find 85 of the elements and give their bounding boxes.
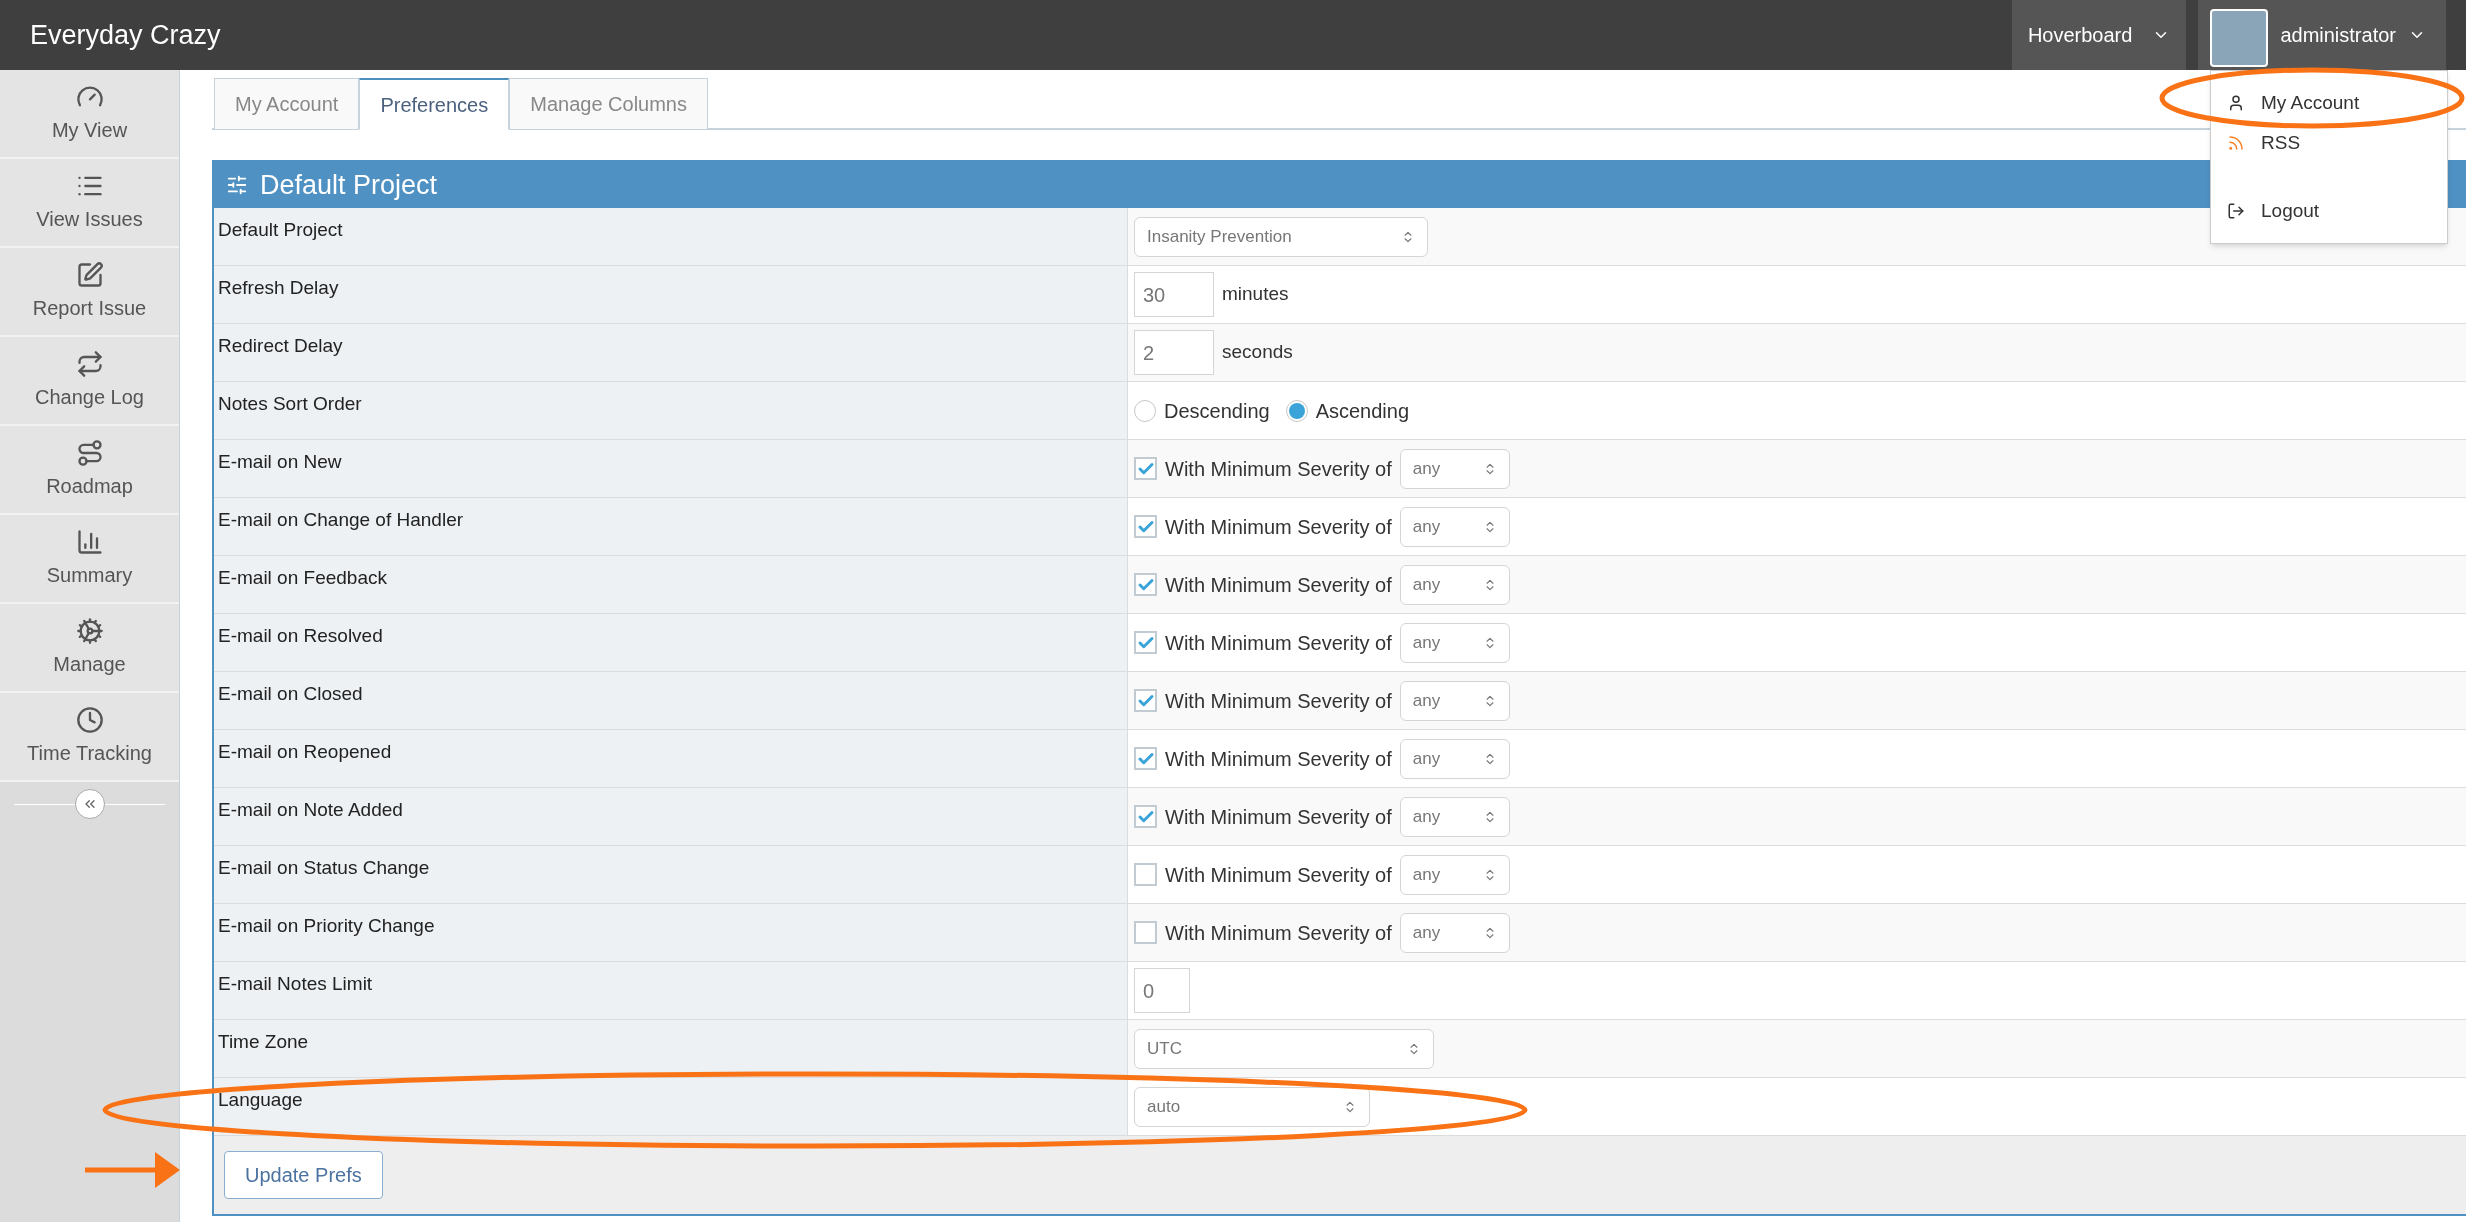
project-menu[interactable]: Hoverboard <box>2011 0 2187 70</box>
sidebar-item[interactable]: Report Issue <box>0 248 179 337</box>
select-field[interactable]: auto <box>1134 1086 1370 1127</box>
row-label: E-mail on Note Added <box>214 788 1128 845</box>
sidebar-item[interactable]: Roadmap <box>0 426 179 515</box>
sidebar-item[interactable]: Change Log <box>0 337 179 426</box>
dropdown-item[interactable]: Logout <box>2211 191 2447 231</box>
row-label: Notes Sort Order <box>214 382 1128 439</box>
severity-label: With Minimum Severity of <box>1165 746 1392 772</box>
checkbox[interactable] <box>1134 573 1157 596</box>
tab[interactable]: Preferences <box>359 78 510 130</box>
row-label: E-mail Notes Limit <box>214 962 1128 1019</box>
select-field[interactable]: any <box>1399 680 1510 721</box>
sliders-icon <box>226 174 248 196</box>
row-label: E-mail on Feedback <box>214 556 1128 613</box>
sidebar-item[interactable]: My View <box>0 70 179 159</box>
sidebar-item[interactable]: Manage <box>0 604 179 693</box>
severity-label: With Minimum Severity of <box>1165 456 1392 482</box>
select-field[interactable]: any <box>1399 564 1510 605</box>
tab[interactable]: Manage Columns <box>509 78 708 130</box>
row-label: E-mail on Change of Handler <box>214 498 1128 555</box>
collapse-sidebar-button[interactable] <box>74 789 105 819</box>
panel-title: Default Project <box>260 168 438 202</box>
row-label: E-mail on Status Change <box>214 846 1128 903</box>
severity-label: With Minimum Severity of <box>1165 572 1392 598</box>
repeat-arrows-icon <box>75 349 104 378</box>
checkbox[interactable] <box>1134 921 1157 944</box>
severity-label: With Minimum Severity of <box>1165 920 1392 946</box>
select-field[interactable]: any <box>1399 622 1510 663</box>
severity-label: With Minimum Severity of <box>1165 630 1392 656</box>
severity-label: With Minimum Severity of <box>1165 688 1392 714</box>
update-prefs-button[interactable]: Update Prefs <box>224 1151 383 1199</box>
row-label: Refresh Delay <box>214 266 1128 323</box>
sidebar-item[interactable]: Summary <box>0 515 179 604</box>
avatar <box>2210 9 2269 67</box>
checkbox[interactable] <box>1134 515 1157 538</box>
row-label: Redirect Delay <box>214 324 1128 381</box>
tab[interactable]: My Account <box>214 78 360 130</box>
checkbox[interactable] <box>1134 805 1157 828</box>
gear-icon <box>75 616 104 645</box>
checkbox[interactable] <box>1134 631 1157 654</box>
number-input[interactable]: 2 <box>1134 330 1214 375</box>
radio-label: Descending <box>1164 398 1270 424</box>
severity-label: With Minimum Severity of <box>1165 514 1392 540</box>
logout-icon <box>2227 202 2245 220</box>
select-field[interactable]: any <box>1399 738 1510 779</box>
row-label: Default Project <box>214 208 1128 265</box>
select-field[interactable]: any <box>1399 506 1510 547</box>
brand-title: Everyday Crazy <box>30 18 221 52</box>
row-label: Time Zone <box>214 1020 1128 1077</box>
row-label: E-mail on Resolved <box>214 614 1128 671</box>
row-label: E-mail on Priority Change <box>214 904 1128 961</box>
sidebar-item[interactable]: Time Tracking <box>0 693 179 782</box>
row-label: E-mail on Reopened <box>214 730 1128 787</box>
unit-label: seconds <box>1222 340 1293 365</box>
number-input[interactable]: 30 <box>1134 272 1214 317</box>
clock-icon <box>75 705 104 734</box>
road-icon <box>75 438 104 467</box>
checkbox[interactable] <box>1134 689 1157 712</box>
user-icon <box>2227 94 2245 112</box>
select-field[interactable]: any <box>1399 796 1510 837</box>
radio-button[interactable] <box>1285 399 1308 422</box>
select-field[interactable]: Insanity Prevention <box>1134 216 1428 257</box>
bar-chart-icon <box>75 527 104 556</box>
checkbox[interactable] <box>1134 747 1157 770</box>
row-label: E-mail on Closed <box>214 672 1128 729</box>
severity-label: With Minimum Severity of <box>1165 804 1392 830</box>
select-field[interactable]: any <box>1399 854 1510 895</box>
select-field[interactable]: any <box>1399 448 1510 489</box>
unit-label: minutes <box>1222 282 1289 307</box>
severity-label: With Minimum Severity of <box>1165 862 1392 888</box>
checkbox[interactable] <box>1134 457 1157 480</box>
edit-icon <box>75 260 104 289</box>
radio-button[interactable] <box>1134 399 1156 422</box>
number-input[interactable]: 0 <box>1134 968 1190 1013</box>
row-label: E-mail on New <box>214 440 1128 497</box>
checkbox[interactable] <box>1134 863 1157 886</box>
select-field[interactable]: UTC <box>1134 1028 1434 1069</box>
user-menu[interactable]: administrator <box>2198 0 2446 70</box>
radio-label: Ascending <box>1315 398 1410 424</box>
dropdown-item[interactable]: RSS <box>2211 123 2447 163</box>
select-field[interactable]: any <box>1399 912 1510 953</box>
row-label: Language <box>214 1078 1128 1135</box>
rss-icon <box>2227 134 2245 152</box>
sidebar-item[interactable]: View Issues <box>0 159 179 248</box>
